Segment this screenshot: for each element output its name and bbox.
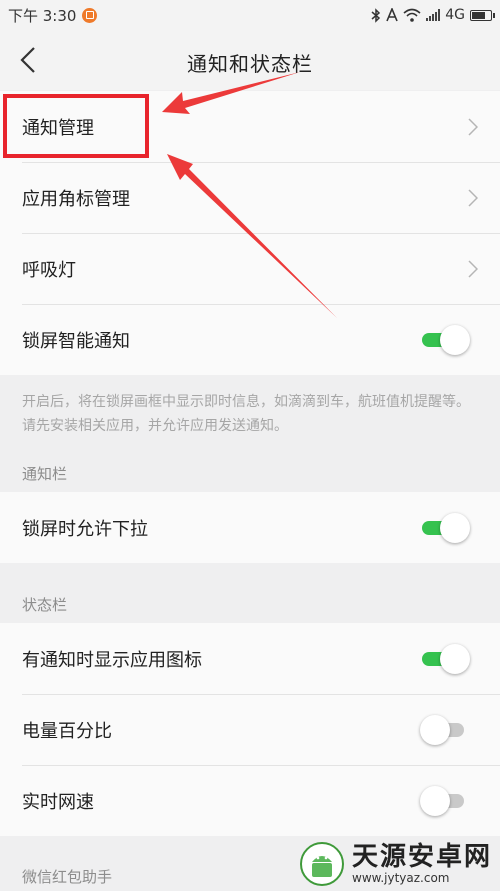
highlight-box: [3, 94, 149, 158]
breathing-light-item[interactable]: 呼吸灯: [0, 233, 500, 304]
row-label: 锁屏智能通知: [22, 330, 130, 352]
signal-icon: [426, 9, 441, 21]
status-bar: 下午 3:30 4G: [0, 0, 500, 30]
battery-percentage-item: 电量百分比: [0, 694, 500, 765]
watermark-title: 天源安卓网: [352, 842, 493, 872]
battery-icon: [470, 9, 495, 21]
row-label: 锁屏时允许下拉: [22, 518, 148, 540]
lockscreen-smart-notification-toggle[interactable]: [420, 325, 470, 355]
section-header-status-bar: 状态栏: [22, 596, 68, 614]
row-label: 电量百分比: [22, 720, 112, 742]
row-label: 有通知时显示应用图标: [22, 649, 202, 671]
nfc-icon: [386, 8, 398, 22]
bluetooth-icon: [371, 7, 381, 23]
chevron-right-icon: [468, 189, 478, 207]
notification-app-icon: [82, 7, 98, 23]
status-bar-card: 有通知时显示应用图标 电量百分比 实时网速: [0, 623, 500, 836]
row-label: 应用角标管理: [22, 188, 130, 210]
page-title: 通知和状态栏: [187, 52, 313, 76]
section-header-notification-bar: 通知栏: [22, 465, 68, 483]
chevron-right-icon: [468, 260, 478, 278]
battery-percentage-toggle[interactable]: [420, 715, 470, 745]
lockscreen-notification-description: 开启后，将在锁屏画框中显示即时信息，如滴滴到车，航班值机提醒等。请先安装相关应用…: [22, 394, 470, 434]
chevron-right-icon: [468, 118, 478, 136]
android-logo-icon: [300, 842, 344, 886]
app-badge-management-item[interactable]: 应用角标管理: [0, 162, 500, 233]
row-label: 实时网速: [22, 791, 94, 813]
allow-pulldown-on-lockscreen-item: 锁屏时允许下拉: [0, 492, 500, 563]
allow-pulldown-toggle[interactable]: [420, 513, 470, 543]
show-app-icon-item: 有通知时显示应用图标: [0, 623, 500, 694]
show-app-icon-toggle[interactable]: [420, 644, 470, 674]
network-type: 4G: [445, 7, 465, 23]
lockscreen-smart-notification-item: 锁屏智能通知: [0, 304, 500, 375]
section-header-wechat-red-packet: 微信红包助手: [22, 868, 113, 886]
row-label: 呼吸灯: [22, 259, 76, 281]
wifi-icon: [403, 8, 421, 22]
status-time: 下午 3:30: [8, 6, 77, 25]
realtime-network-speed-item: 实时网速: [0, 765, 500, 836]
notification-bar-card: 锁屏时允许下拉: [0, 492, 500, 563]
realtime-network-speed-toggle[interactable]: [420, 786, 470, 816]
title-bar: 通知和状态栏: [0, 30, 500, 90]
site-watermark: 天源安卓网 www.jytyaz.com: [300, 842, 492, 886]
watermark-url: www.jytyaz.com: [352, 871, 450, 885]
